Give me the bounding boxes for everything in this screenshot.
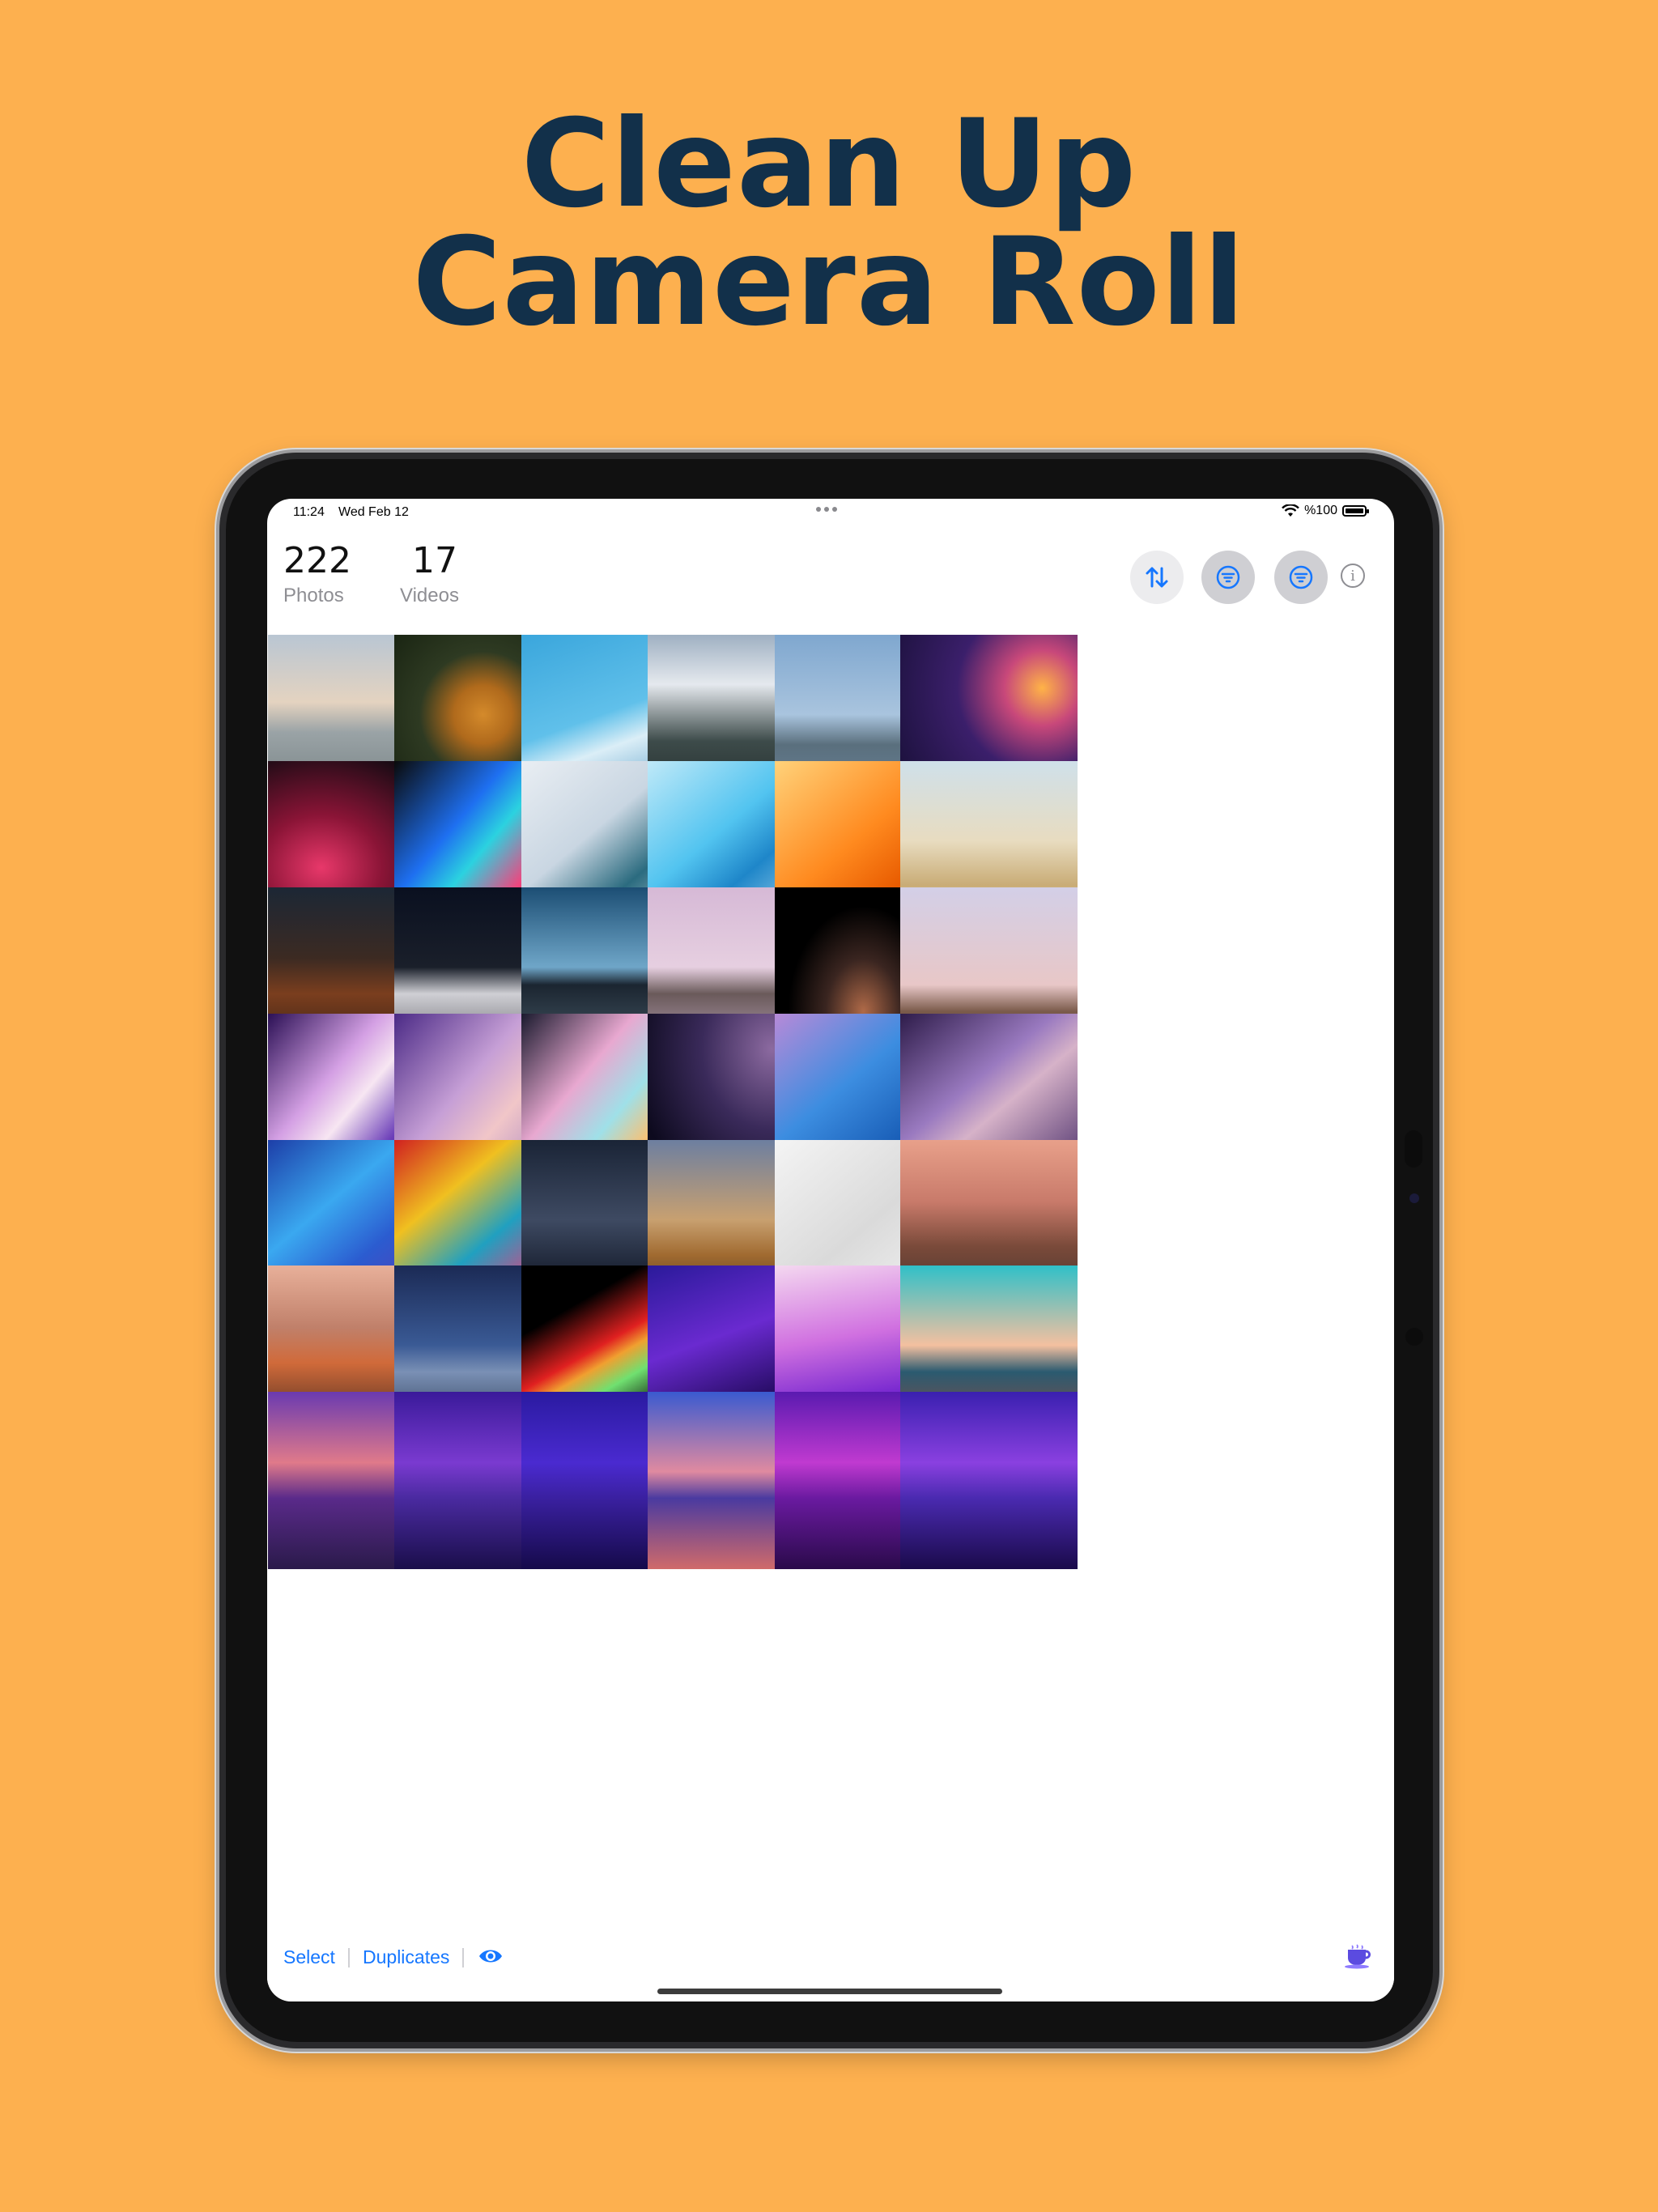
toolbar-divider: [348, 1948, 350, 1967]
app-screen: 11:24 Wed Feb 12 %100 222 Photos 17 Vide…: [267, 499, 1394, 2001]
filter-circle-icon: [1216, 565, 1240, 589]
photo-tile[interactable]: [900, 1392, 1078, 1569]
toolbar-divider: [462, 1948, 464, 1967]
battery-percentage: %100: [1304, 504, 1337, 517]
photos-count[interactable]: 222 Photos: [283, 541, 351, 607]
pencil-connector: [1405, 1130, 1422, 1168]
photos-count-label: Photos: [283, 585, 344, 606]
select-button[interactable]: Select: [283, 1946, 335, 1968]
side-sensor: [1405, 1328, 1423, 1346]
secondary-filter-button[interactable]: [1274, 551, 1328, 604]
photo-grid: 34,3 MB29,4 MB47,1 MB♥28,2 MB♥26,1 MB6,1…: [267, 635, 1394, 1922]
multitasking-dots-icon[interactable]: [816, 507, 837, 512]
wifi-icon: [1282, 504, 1299, 517]
status-bar: 11:24 Wed Feb 12 %100: [267, 499, 1394, 526]
filter-circle-icon: [1289, 565, 1313, 589]
sort-button[interactable]: [1130, 551, 1184, 604]
videos-count-label: Videos: [400, 585, 459, 606]
headline-line-1: Clean Up: [521, 94, 1137, 235]
headline-line-2: Camera Roll: [412, 212, 1246, 353]
status-right: %100: [1282, 504, 1369, 518]
info-icon: i: [1350, 567, 1355, 585]
status-date: Wed Feb 12: [338, 505, 409, 519]
coffee-cup-icon[interactable]: [1344, 1943, 1375, 1969]
eye-icon[interactable]: [478, 1946, 504, 1966]
duplicates-button[interactable]: Duplicates: [363, 1946, 449, 1968]
headline: Clean Up Camera Roll: [0, 94, 1658, 353]
status-time: 11:24: [293, 505, 325, 519]
info-button[interactable]: i: [1341, 564, 1365, 588]
filter-button[interactable]: [1201, 551, 1255, 604]
videos-count[interactable]: 17 Videos: [400, 541, 459, 607]
videos-count-value: 17: [412, 540, 457, 581]
arrow-up-down-icon: [1146, 567, 1168, 588]
front-camera: [1409, 1193, 1419, 1203]
battery-icon: [1342, 505, 1369, 517]
home-indicator[interactable]: [657, 1989, 1002, 1994]
photos-count-value: 222: [283, 540, 351, 581]
